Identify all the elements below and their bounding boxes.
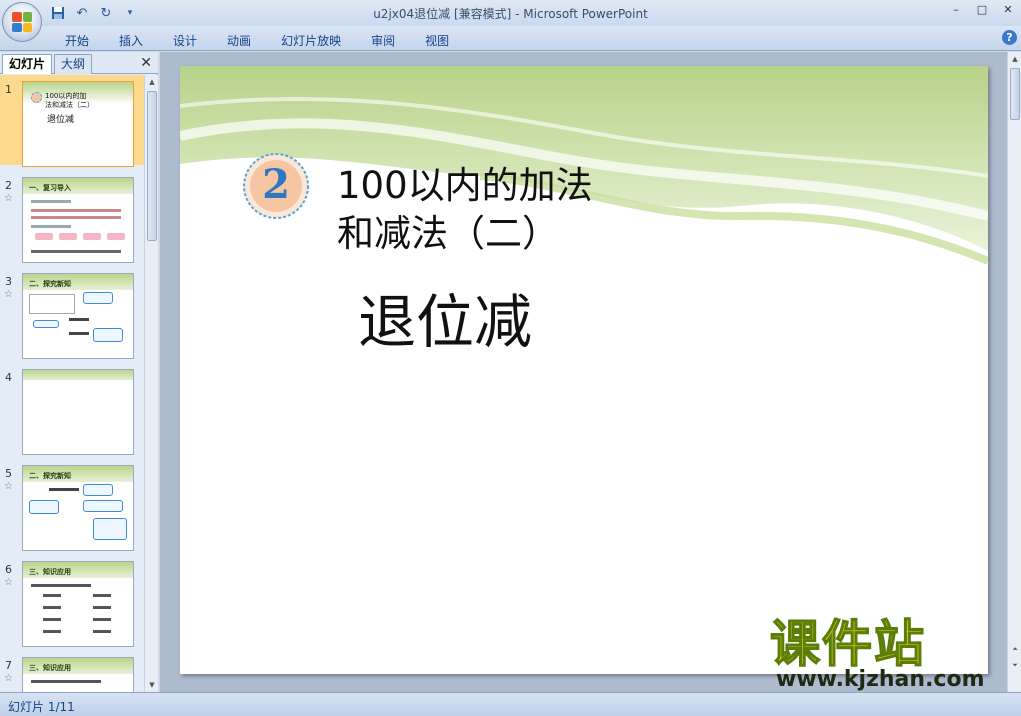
ribbon-tab-bar: 开始 插入 设计 动画 幻灯片放映 审阅 视图 ? <box>0 26 1021 51</box>
slide-thumbnail-5[interactable]: 5 ☆ 二、探究新知 <box>0 459 144 551</box>
close-panel-icon[interactable]: ✕ <box>140 55 152 71</box>
slide-thumbnail-image: 一、复习导入 <box>22 177 134 263</box>
powerpoint-window: ↶ ↻ ▾ u2jx04退位减 [兼容模式] - Microsoft Power… <box>0 0 1021 716</box>
slide-number: 5 <box>5 467 12 480</box>
window-controls: – □ ✕ <box>943 0 1021 20</box>
animation-star-icon: ☆ <box>4 673 13 684</box>
slide-editor: 2 100以内的加法 和减法（二） 退位减 <box>160 52 1007 692</box>
scroll-thumb[interactable] <box>147 91 157 241</box>
slide-counter: 幻灯片 1/11 <box>8 700 75 714</box>
animation-star-icon: ☆ <box>4 289 13 300</box>
slide-number: 2 <box>5 179 12 192</box>
slide-thumbnail-list: 1 100以内的加法和减法（二） 退位减 2 ☆ 一、复习导入 3 ☆ 二、探究… <box>0 75 144 692</box>
tab-review[interactable]: 审阅 <box>356 30 410 51</box>
slide-thumbnail-4[interactable]: 4 <box>0 363 144 455</box>
window-title: u2jx04退位减 [兼容模式] - Microsoft PowerPoint <box>373 7 648 21</box>
thumbnail-subtitle: 退位减 <box>47 115 75 125</box>
tab-slideshow[interactable]: 幻灯片放映 <box>266 30 356 51</box>
office-button[interactable] <box>2 2 42 42</box>
scroll-thumb[interactable] <box>1010 68 1020 120</box>
thumbnail-title: 一、复习导入 <box>29 184 71 192</box>
slide-number: 7 <box>5 659 12 672</box>
slide-canvas[interactable]: 2 100以内的加法 和减法（二） 退位减 <box>180 66 988 674</box>
maximize-button[interactable]: □ <box>969 0 995 18</box>
status-bar: 幻灯片 1/11 <box>0 692 1021 716</box>
panel-tabs: 幻灯片 大纲 ✕ <box>0 52 158 74</box>
next-slide-icon[interactable]: ⏷ <box>1009 658 1021 672</box>
slide-number: 3 <box>5 275 12 288</box>
animation-star-icon: ☆ <box>4 193 13 204</box>
previous-slide-icon[interactable]: ⏶ <box>1009 642 1021 656</box>
slide-thumbnail-6[interactable]: 6 ☆ 三、知识应用 <box>0 555 144 647</box>
slide-number: 1 <box>5 83 12 96</box>
thumbnail-title: 三、知识应用 <box>29 664 71 672</box>
tab-slides[interactable]: 幻灯片 <box>2 54 53 74</box>
tab-design[interactable]: 设计 <box>158 30 212 51</box>
close-button[interactable]: ✕ <box>995 0 1021 18</box>
thumbnail-title: 三、知识应用 <box>29 568 71 576</box>
watermark-title: 课件站 <box>769 615 926 673</box>
slide-thumbnail-image: 100以内的加法和减法（二） 退位减 <box>22 81 134 167</box>
slide-thumbnail-image: 二、探究新知 <box>22 465 134 551</box>
animation-star-icon: ☆ <box>4 481 13 492</box>
tab-outline[interactable]: 大纲 <box>54 54 93 74</box>
slide-number: 6 <box>5 563 12 576</box>
tab-view[interactable]: 视图 <box>410 30 464 51</box>
animation-star-icon: ☆ <box>4 577 13 588</box>
slide-thumbnail-image: 二、探究新知 <box>22 273 134 359</box>
watermark-logo: 课件站 www.kjzhan.com <box>769 615 1010 692</box>
slide-subtitle[interactable]: 退位减 <box>358 288 532 356</box>
tab-animations[interactable]: 动画 <box>212 30 266 51</box>
thumbnail-title: 二、探究新知 <box>29 472 71 480</box>
panel-scrollbar[interactable]: ▲ ▼ <box>144 75 158 692</box>
slide-thumbnail-2[interactable]: 2 ☆ 一、复习导入 <box>0 171 144 263</box>
watermark-url: www.kjzhan.com <box>776 667 985 692</box>
minimize-button[interactable]: – <box>943 0 969 18</box>
slide-number: 4 <box>5 371 12 384</box>
editor-scrollbar[interactable]: ▲ ⏶ ⏷ <box>1007 52 1021 692</box>
office-logo-icon <box>12 12 32 32</box>
tab-insert[interactable]: 插入 <box>104 30 158 51</box>
help-icon[interactable]: ? <box>1002 30 1017 45</box>
slides-panel: 幻灯片 大纲 ✕ 1 100以内的加法和减法（二） 退位减 2 ☆ 一、复习导入… <box>0 52 158 692</box>
scroll-down-icon[interactable]: ▼ <box>146 678 158 692</box>
chapter-number: 2 <box>262 161 290 208</box>
tab-home[interactable]: 开始 <box>50 30 104 51</box>
slide-thumbnail-7[interactable]: 7 ☆ 三、知识应用 <box>0 651 144 692</box>
scroll-up-icon[interactable]: ▲ <box>1009 52 1021 66</box>
slide-thumbnail-image: 三、知识应用 <box>22 657 134 692</box>
title-bar: ↶ ↻ ▾ u2jx04退位减 [兼容模式] - Microsoft Power… <box>0 0 1021 42</box>
slide-thumbnail-3[interactable]: 3 ☆ 二、探究新知 <box>0 267 144 359</box>
chapter-badge: 2 <box>242 152 310 220</box>
slide-thumbnail-image: 三、知识应用 <box>22 561 134 647</box>
scroll-up-icon[interactable]: ▲ <box>146 75 158 89</box>
slide-thumbnail-image <box>22 369 134 455</box>
thumbnail-title: 100以内的加法和减法（二） <box>45 92 94 109</box>
slide-title[interactable]: 100以内的加法 和减法（二） <box>337 162 667 258</box>
thumbnail-title: 二、探究新知 <box>29 280 71 288</box>
slide-thumbnail-1[interactable]: 1 100以内的加法和减法（二） 退位减 <box>0 75 144 167</box>
